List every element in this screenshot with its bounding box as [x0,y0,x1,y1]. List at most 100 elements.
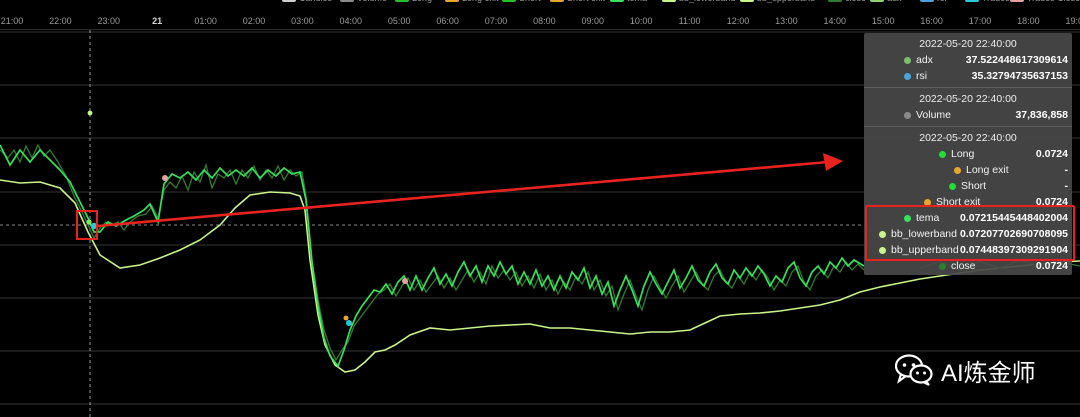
series-dot-icon [904,111,911,119]
tooltip-series-value: - [1064,180,1069,192]
legend-item[interactable]: Short exit [550,0,605,4]
time-tick-label: 04:00 [339,16,363,26]
series-dot-icon [954,166,961,174]
time-tick-label: 06:00 [436,16,459,26]
time-tick-label: 23:00 [97,16,121,26]
tooltip-timestamp: 2022-05-20 22:40:00 [919,132,1017,144]
legend-item[interactable]: bb_upperband [740,0,815,4]
legend-swatch [740,0,754,2]
legend-swatch [965,0,979,2]
legend-item[interactable]: close [828,0,866,4]
chart-legend: Candles Volume Long Long exit Short Short exi… [0,0,1080,6]
legend-label: close [845,0,866,3]
time-tick-label: 16:00 [920,16,943,26]
watermark-text: AI炼金师 [941,359,1036,387]
tooltip-row-long-exit: Long exit - [864,163,1068,177]
legend-label: bb_upperband [757,0,815,3]
tema-line [0,144,865,368]
legend-item[interactable]: Trades [965,0,1010,4]
series-dot-icon [939,150,946,158]
tooltip-highlight-box [865,205,1075,261]
long-exit-marker [343,315,349,321]
time-tick-label: 07:00 [484,16,508,26]
legend-label: Trades [982,0,1010,3]
time-tick-label: 11:00 [678,16,701,26]
time-tick-label: 08:00 [533,16,556,26]
time-tick-label: 19:00 [1065,16,1080,26]
tooltip-series-name: adx [916,54,933,66]
tooltip-series-name: Long [951,148,975,160]
tooltip-series-name: Long exit [966,164,1009,176]
tooltip-divider [864,87,1072,88]
legend-swatch [828,0,842,2]
legend-item[interactable]: Long [395,0,432,4]
legend-item[interactable]: tema [610,0,647,4]
wechat-icon [895,354,933,386]
time-tick-label: 05:00 [387,16,411,26]
trade-close-marker [402,278,408,284]
tooltip-row-short: Short - [864,179,1068,193]
legend-item[interactable]: bb_lowerband [662,0,736,4]
tooltip-series-name: Volume [916,109,952,121]
time-tick-label: 18:00 [1017,16,1040,26]
time-tick-label: 10:00 [629,16,653,26]
legend-item[interactable]: Long exit [445,0,499,4]
time-tick-label: 21 [152,16,163,26]
tooltip-row-adx: adx 37.522448617309614 [864,53,1068,67]
legend-label: Short [519,0,541,3]
legend-item[interactable]: Trades Close [1010,0,1080,4]
series-dot-icon [949,182,956,190]
legend-swatch [340,0,354,2]
time-tick-label: 13:00 [775,16,798,26]
legend-label: adx [887,0,902,3]
legend-label: rsi [937,0,947,3]
watermark: AI炼金师 [895,350,1036,390]
time-tick-label: 21:00 [0,16,24,26]
legend-swatch [445,0,459,2]
tooltip-divider [864,126,1072,127]
tooltip-row-rsi: rsi 35.32794735637153 [864,69,1068,83]
legend-swatch [1010,0,1024,2]
tooltip-timestamp: 2022-05-20 22:40:00 [919,38,1017,50]
legend-swatch [870,0,884,2]
legend-label: Candles [299,0,332,3]
tooltip-row-long: Long 0.0724 [864,147,1068,161]
legend-item[interactable]: rsi [920,0,947,4]
tooltip-series-name: Short [961,180,987,192]
legend-label: tema [627,0,647,3]
legend-label: Volume [357,0,387,3]
legend-item[interactable]: adx [870,0,902,4]
legend-swatch [502,0,516,2]
legend-item[interactable]: Candles [282,0,332,4]
series-dot-icon [939,262,946,270]
legend-swatch [550,0,564,2]
time-tick-label: 02:00 [242,16,266,26]
tooltip-row-volume: Volume 37,836,858 [864,108,1068,122]
tooltip-series-value: 0.0724 [1035,148,1068,160]
series-dot-icon [904,56,911,64]
trade-close-marker [162,175,168,181]
chart-stage: Candles Volume Long Long exit Short Short exi… [0,0,1080,417]
time-tick-label: 03:00 [291,16,314,26]
annotation-arrowhead [823,153,843,171]
legend-label: Trades Close [1027,0,1080,3]
tooltip-series-value: 35.32794735637153 [971,70,1068,82]
legend-swatch [282,0,296,2]
time-tick-label: 17:00 [968,16,992,26]
time-axis: 21:00 22:00 23:00 21 01:00 02:00 03:00 04:00 05:… [0,15,1080,30]
legend-label: Long exit [462,0,499,3]
adx-point [87,110,93,116]
series-dot-icon [904,72,911,80]
tooltip-series-value: 37,836,858 [1015,109,1068,121]
trade-marker-cyan [346,320,352,326]
time-tick-label: 14:00 [823,16,847,26]
tooltip-series-value: - [1064,164,1069,176]
time-tick-label: 15:00 [871,16,895,26]
time-tick-label: 09:00 [581,16,605,26]
legend-item[interactable]: Short [502,0,541,4]
time-tick-label: 22:00 [49,16,72,26]
legend-swatch [610,0,624,2]
time-tick-label: 01:00 [194,16,217,26]
legend-item[interactable]: Volume [340,0,387,4]
tooltip-series-value: 0.0724 [1035,260,1068,272]
